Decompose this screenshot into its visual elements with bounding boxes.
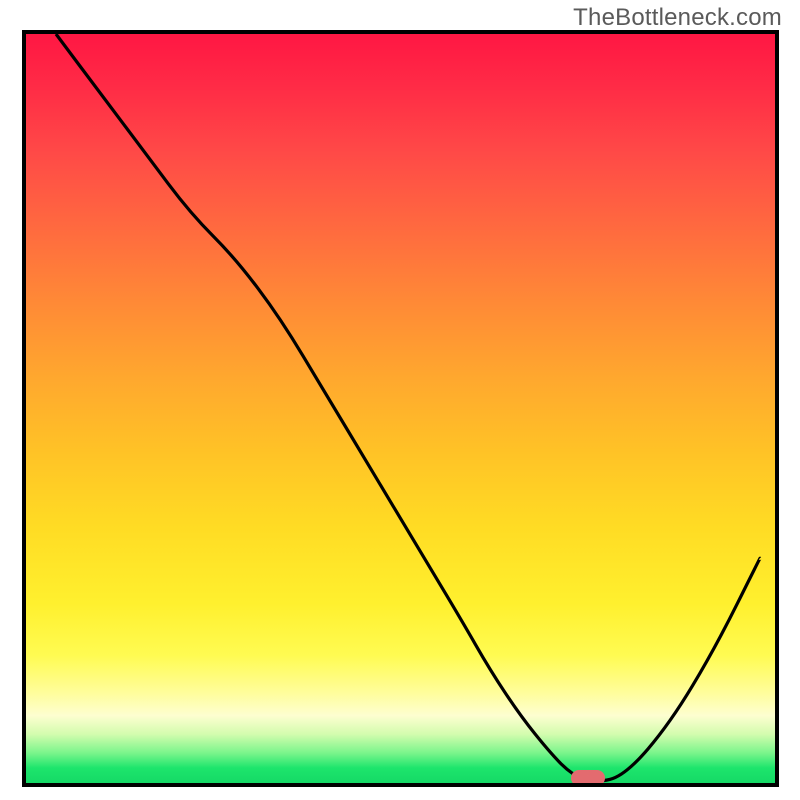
- bottleneck-curve: [26, 34, 775, 783]
- curve-path: [56, 34, 760, 781]
- chart-frame: [22, 30, 779, 787]
- watermark-text: TheBottleneck.com: [573, 4, 782, 32]
- optimum-marker: [571, 770, 605, 786]
